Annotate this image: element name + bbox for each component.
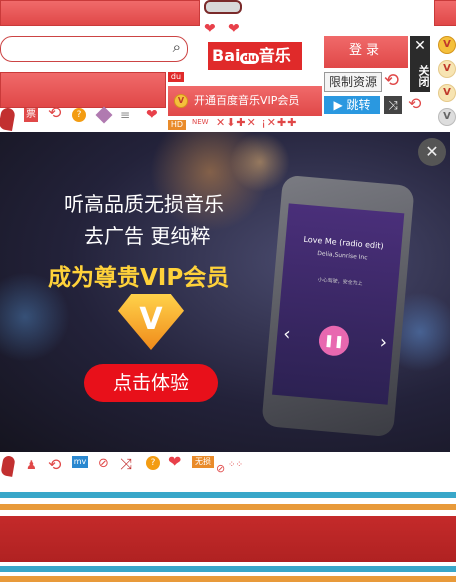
- top-right-red-tab: [434, 0, 456, 26]
- shuffle-icon[interactable]: ⤨: [384, 96, 402, 114]
- vip-diamond-small-icon: V: [174, 94, 188, 108]
- grid-dots-icon: ⁘⁘: [228, 460, 244, 470]
- stripe-orange: [0, 504, 456, 510]
- stripe-red-block: [0, 516, 456, 562]
- vip-diamond-icon: V: [438, 36, 456, 54]
- phone-mockup: Love Me (radio edit) Delia,Sunrise Inc 小…: [261, 174, 415, 438]
- forbidden-icon[interactable]: ⊘: [98, 456, 109, 471]
- vip-diamond-pale-icon: V: [438, 60, 456, 78]
- pause-button[interactable]: ❚❚: [317, 324, 351, 358]
- heart-small-icon[interactable]: ❤: [146, 108, 158, 122]
- stripe-orange-2: [0, 576, 456, 582]
- lossless-badge: 无损: [192, 456, 214, 468]
- hd-badge: HD: [168, 120, 186, 130]
- banner-line2: 去广告 更纯粹: [84, 224, 211, 248]
- logo-paw: du: [240, 53, 259, 64]
- logo-text: Bai: [212, 46, 241, 65]
- refresh-icon[interactable]: ⟲: [384, 70, 399, 91]
- banner-line1: 听高品质无损音乐: [64, 192, 224, 216]
- search-box[interactable]: ⌕: [0, 36, 188, 62]
- stripe-teal: [0, 492, 456, 498]
- loop-icon[interactable]: ⟲: [48, 105, 61, 121]
- loop-icon-bottom[interactable]: ⟲: [48, 455, 61, 474]
- close-side-button[interactable]: 关闭: [410, 56, 430, 92]
- open-vip-button[interactable]: V 开通百度音乐VIP会员: [168, 86, 322, 116]
- vip-diamond-pale-icon-2: V: [438, 84, 456, 102]
- pin-icon: [0, 106, 16, 132]
- stripe-teal-2: [0, 566, 456, 572]
- new-badge: NEW: [192, 118, 209, 126]
- phone-screen: Love Me (radio edit) Delia,Sunrise Inc 小…: [272, 203, 405, 405]
- next-arrow-icon[interactable]: ›: [379, 332, 388, 354]
- lyric-line: 小心驾驶，安全为上: [317, 277, 363, 288]
- search-input[interactable]: [9, 40, 163, 58]
- ticket-badge: 票: [24, 108, 38, 122]
- cube-icon: [95, 106, 113, 124]
- jump-label: 跳转: [346, 98, 371, 112]
- secondary-red-bar: [0, 72, 166, 108]
- user-icon[interactable]: ♟: [26, 458, 37, 472]
- heart-outline-icon[interactable]: ❤: [228, 22, 240, 36]
- heart-icon[interactable]: ❤: [204, 22, 216, 36]
- mv-badge: mv: [72, 456, 88, 468]
- restrict-resource-label[interactable]: 限制资源: [324, 72, 382, 92]
- bokeh-light-4: [230, 132, 290, 192]
- help-icon-bottom[interactable]: ?: [146, 456, 160, 470]
- search-icon[interactable]: ⌕: [173, 38, 181, 56]
- du-badge: du: [168, 72, 184, 82]
- repeat-icon[interactable]: ⟲: [408, 94, 421, 113]
- scroll-pill[interactable]: [204, 0, 242, 14]
- login-button[interactable]: 登录: [324, 36, 408, 68]
- play-arrow-icon: ▶: [333, 98, 347, 112]
- close-icon[interactable]: ✕: [410, 36, 430, 56]
- prev-arrow-icon[interactable]: ‹: [282, 323, 291, 345]
- vip-promo-banner[interactable]: 听高品质无损音乐 去广告 更纯粹 成为尊贵VIP会员 V 点击体验 Love M…: [0, 132, 450, 452]
- try-now-button[interactable]: 点击体验: [84, 364, 218, 402]
- heart-bottom-icon[interactable]: ❤: [168, 454, 181, 470]
- logo-music: 音乐: [258, 46, 291, 65]
- top-red-bar: [0, 0, 200, 26]
- shuffle-icon-bottom[interactable]: ⤨: [120, 455, 132, 473]
- help-icon[interactable]: ?: [72, 108, 86, 122]
- jump-button[interactable]: ▶ 跳转: [324, 96, 380, 114]
- small-actions-icons[interactable]: ✕⬇✚✕ ¡✕✚✚: [216, 116, 297, 129]
- banner-line3: 成为尊贵VIP会员: [48, 265, 230, 291]
- baidu-music-logo: Bai du 音乐: [208, 42, 302, 70]
- pin-icon-bottom: [0, 455, 16, 477]
- menu-lines-icon[interactable]: ≡: [120, 108, 130, 122]
- vip-gem-icon: V: [118, 294, 184, 350]
- banner-close-icon[interactable]: ✕: [418, 138, 446, 166]
- vip-diamond-gray-icon: V: [438, 108, 456, 126]
- forbidden-icon-2[interactable]: ⊘: [216, 462, 225, 475]
- open-vip-label: 开通百度音乐VIP会员: [194, 94, 300, 107]
